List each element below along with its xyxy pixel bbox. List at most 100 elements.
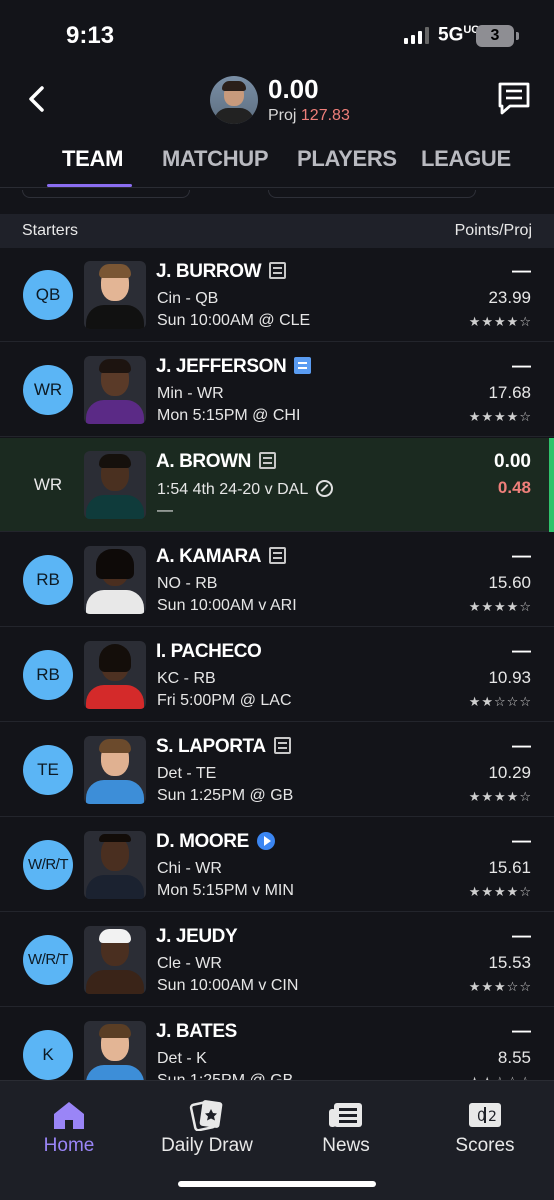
scrolled-card-edge	[22, 190, 190, 198]
tab-league[interactable]: LEAGUE	[421, 146, 511, 172]
player-name[interactable]: A. KAMARA	[156, 546, 287, 568]
player-row-live[interactable]: WR A. BROWN 1:54 4th 24-20 v DAL — 0.00 …	[0, 438, 554, 532]
cellular-signal-icon	[404, 26, 429, 44]
player-projection: 17.68	[488, 383, 531, 402]
player-points: 0.00	[494, 451, 531, 472]
player-projection: 0.48	[497, 478, 531, 497]
player-game-info: Sun 10:00AM v CIN	[157, 977, 299, 994]
tab-bar: TEAM MATCHUP PLAYERS LEAGUE	[0, 136, 554, 190]
matchup-rating-stars: ★★★★☆	[468, 599, 532, 614]
matchup-rating-stars: ★★★☆☆	[468, 979, 532, 994]
position-badge[interactable]: WR	[23, 365, 73, 415]
team-header: 0.00 Proj 127.83	[0, 70, 554, 130]
player-row[interactable]: TE S. LAPORTA Det - TE Sun 1:25PM @ GB —…	[0, 723, 554, 817]
player-name[interactable]: J. JEFFERSON	[156, 356, 312, 378]
player-name[interactable]: J. JEUDY	[156, 926, 238, 948]
player-team-position: Cin - QB	[157, 290, 219, 307]
player-note-icon[interactable]	[273, 737, 291, 754]
player-points: —	[512, 736, 531, 757]
player-name[interactable]: I. PACHECO	[156, 641, 262, 663]
position-badge[interactable]: TE	[23, 745, 73, 795]
scoreboard-icon: 02	[469, 1103, 501, 1127]
status-time: 9:13	[66, 22, 115, 49]
matchup-rating-stars: ★★☆☆☆	[468, 694, 532, 709]
nav-scores[interactable]: 02 Scores	[416, 1081, 554, 1171]
back-arrow-icon[interactable]	[22, 82, 52, 116]
home-indicator	[178, 1181, 376, 1187]
player-points: —	[512, 546, 531, 567]
player-name[interactable]: A. BROWN	[156, 451, 276, 473]
matchup-rating-stars: ★★★★☆	[468, 409, 532, 424]
player-game-info: Mon 5:15PM @ CHI	[157, 407, 301, 424]
player-points: —	[512, 926, 531, 947]
player-row[interactable]: K J. BATES Det - K Sun 1:25PM @ GB — 8.5…	[0, 1008, 554, 1080]
player-projection: 23.99	[488, 288, 531, 307]
player-name[interactable]: J. BURROW	[156, 261, 287, 283]
player-photo[interactable]	[84, 926, 146, 994]
position-badge[interactable]: K	[23, 1030, 73, 1080]
player-points: —	[512, 261, 531, 282]
player-photo[interactable]	[84, 451, 146, 519]
player-row[interactable]: W/R/T J. JEUDY Cle - WR Sun 10:00AM v CI…	[0, 913, 554, 1007]
video-play-icon[interactable]	[256, 832, 275, 850]
home-icon	[54, 1102, 84, 1129]
position-badge[interactable]: W/R/T	[23, 935, 73, 985]
position-badge[interactable]: WR	[23, 460, 73, 510]
player-photo[interactable]	[84, 831, 146, 899]
tab-team[interactable]: TEAM	[62, 146, 123, 172]
player-name[interactable]: D. MOORE	[156, 831, 275, 853]
live-game-indicator	[549, 438, 554, 532]
points-proj-label: Points/Proj	[454, 222, 532, 239]
scrolled-card-edge	[268, 190, 476, 198]
nav-home[interactable]: Home	[0, 1081, 138, 1171]
tab-players[interactable]: PLAYERS	[297, 146, 397, 172]
battery-icon: 3	[476, 25, 519, 47]
player-note-icon[interactable]	[269, 262, 287, 279]
starters-header: Starters Points/Proj	[0, 214, 554, 248]
player-points: —	[512, 1021, 531, 1042]
player-row[interactable]: WR J. JEFFERSON Min - WR Mon 5:15PM @ CH…	[0, 343, 554, 437]
team-avatar[interactable]	[210, 76, 258, 124]
player-row[interactable]: W/R/T D. MOORE Chi - WR Mon 5:15PM v MIN…	[0, 818, 554, 912]
player-projection: 15.53	[488, 953, 531, 972]
team-projection: Proj 127.83	[268, 107, 350, 124]
position-badge[interactable]: W/R/T	[23, 840, 73, 890]
player-team-position: Det - K	[157, 1050, 207, 1067]
player-projection: 10.93	[488, 668, 531, 687]
position-badge[interactable]: QB	[23, 270, 73, 320]
player-row[interactable]: RB I. PACHECO KC - RB Fri 5:00PM @ LAC —…	[0, 628, 554, 722]
player-note-icon[interactable]	[294, 357, 312, 374]
position-badge[interactable]: RB	[23, 555, 73, 605]
section-title: Starters	[22, 222, 79, 239]
matchup-rating-stars: ★★★★☆	[468, 314, 532, 329]
chat-icon[interactable]	[496, 80, 532, 116]
player-photo[interactable]	[84, 356, 146, 424]
player-note-icon[interactable]	[269, 547, 287, 564]
player-live-game-status: 1:54 4th 24-20 v DAL	[157, 480, 334, 499]
nav-daily-draw[interactable]: Daily Draw	[138, 1081, 276, 1171]
player-photo[interactable]	[84, 261, 146, 329]
player-note-icon[interactable]	[258, 452, 276, 469]
position-badge[interactable]: RB	[23, 650, 73, 700]
player-team-position: NO - RB	[157, 575, 218, 592]
player-team-position: Det - TE	[157, 765, 217, 782]
player-photo[interactable]	[84, 736, 146, 804]
status-bar: 9:13 5GUC 3	[0, 0, 554, 70]
player-team-position: KC - RB	[157, 670, 216, 687]
player-photo[interactable]	[84, 641, 146, 709]
player-row[interactable]: RB A. KAMARA NO - RB Sun 10:00AM v ARI —…	[0, 533, 554, 627]
player-team-position: Min - WR	[157, 385, 224, 402]
player-name[interactable]: J. BATES	[156, 1021, 237, 1043]
player-name[interactable]: S. LAPORTA	[156, 736, 291, 758]
nav-news[interactable]: News	[277, 1081, 415, 1171]
newspaper-icon	[329, 1103, 362, 1127]
player-row[interactable]: QB J. BURROW Cin - QB Sun 10:00AM @ CLE …	[0, 248, 554, 342]
player-photo[interactable]	[84, 1021, 146, 1080]
player-photo[interactable]	[84, 546, 146, 614]
player-points: —	[512, 641, 531, 662]
player-game-info: Sun 1:25PM @ GB	[157, 787, 294, 804]
player-team-position: Cle - WR	[157, 955, 222, 972]
player-projection: 15.60	[488, 573, 531, 592]
tab-divider	[0, 187, 554, 188]
tab-matchup[interactable]: MATCHUP	[162, 146, 269, 172]
